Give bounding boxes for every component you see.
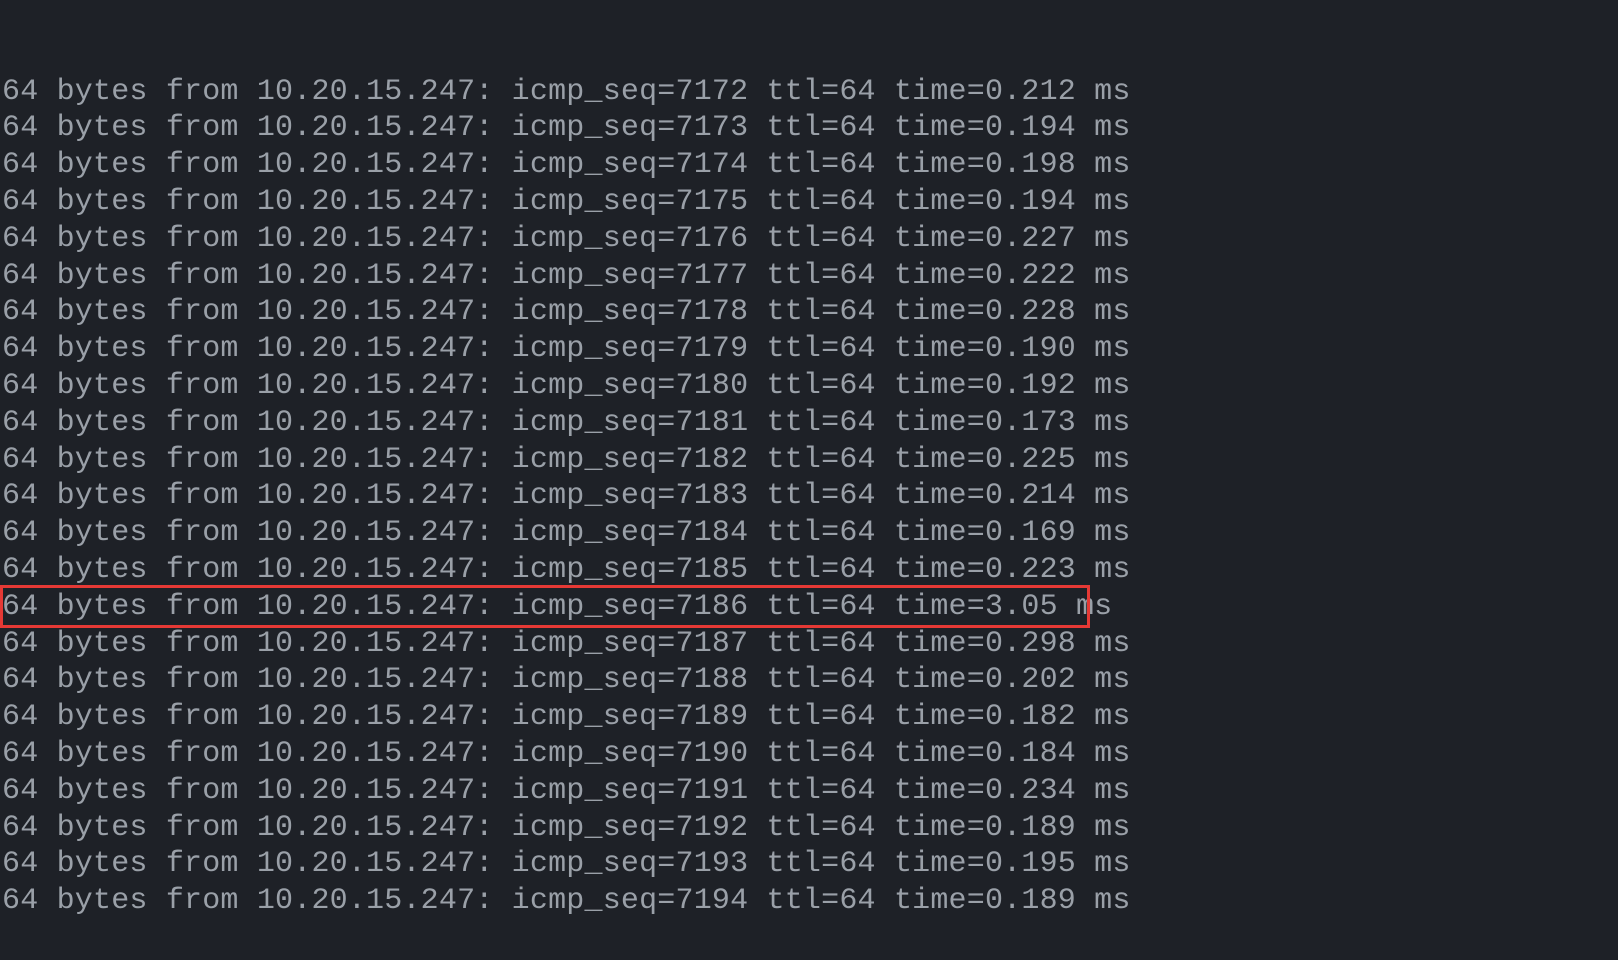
- ping-line-text: 64 bytes from 10.20.15.247: icmp_seq=719…: [2, 773, 1131, 810]
- ping-line-text: 64 bytes from 10.20.15.247: icmp_seq=718…: [2, 662, 1131, 699]
- ping-line: 64 bytes from 10.20.15.247: icmp_seq=717…: [0, 74, 1618, 111]
- ping-line-text: 64 bytes from 10.20.15.247: icmp_seq=719…: [2, 846, 1131, 883]
- ping-line-text: 64 bytes from 10.20.15.247: icmp_seq=719…: [2, 736, 1131, 773]
- ping-line: 64 bytes from 10.20.15.247: icmp_seq=719…: [0, 736, 1618, 773]
- ping-line-text: 64 bytes from 10.20.15.247: icmp_seq=718…: [2, 589, 1112, 626]
- ping-line: 64 bytes from 10.20.15.247: icmp_seq=718…: [0, 662, 1618, 699]
- ping-line-text: 64 bytes from 10.20.15.247: icmp_seq=717…: [2, 331, 1131, 368]
- ping-line-text: 64 bytes from 10.20.15.247: icmp_seq=718…: [2, 442, 1131, 479]
- ping-line-text: 64 bytes from 10.20.15.247: icmp_seq=718…: [2, 405, 1131, 442]
- ping-line-text: 64 bytes from 10.20.15.247: icmp_seq=718…: [2, 368, 1131, 405]
- ping-line-text: 64 bytes from 10.20.15.247: icmp_seq=717…: [2, 221, 1131, 258]
- ping-line-text: 64 bytes from 10.20.15.247: icmp_seq=717…: [2, 294, 1131, 331]
- ping-line-text: 64 bytes from 10.20.15.247: icmp_seq=719…: [2, 810, 1131, 847]
- ping-line-text: 64 bytes from 10.20.15.247: icmp_seq=717…: [2, 258, 1131, 295]
- ping-line: 64 bytes from 10.20.15.247: icmp_seq=717…: [0, 184, 1618, 221]
- ping-line: 64 bytes from 10.20.15.247: icmp_seq=717…: [0, 294, 1618, 331]
- ping-line-text: 64 bytes from 10.20.15.247: icmp_seq=719…: [2, 883, 1131, 920]
- ping-line-text: 64 bytes from 10.20.15.247: icmp_seq=718…: [2, 699, 1131, 736]
- ping-line-text: 64 bytes from 10.20.15.247: icmp_seq=717…: [2, 110, 1131, 147]
- ping-line: 64 bytes from 10.20.15.247: icmp_seq=717…: [0, 147, 1618, 184]
- ping-line: 64 bytes from 10.20.15.247: icmp_seq=718…: [0, 478, 1618, 515]
- ping-line: 64 bytes from 10.20.15.247: icmp_seq=717…: [0, 110, 1618, 147]
- ping-line: 64 bytes from 10.20.15.247: icmp_seq=717…: [0, 258, 1618, 295]
- ping-line: 64 bytes from 10.20.15.247: icmp_seq=719…: [0, 773, 1618, 810]
- ping-line: 64 bytes from 10.20.15.247: icmp_seq=718…: [0, 589, 1618, 626]
- ping-line-text: 64 bytes from 10.20.15.247: icmp_seq=717…: [2, 74, 1131, 111]
- ping-line: 64 bytes from 10.20.15.247: icmp_seq=718…: [0, 699, 1618, 736]
- ping-line-text: 64 bytes from 10.20.15.247: icmp_seq=717…: [2, 147, 1131, 184]
- ping-line: 64 bytes from 10.20.15.247: icmp_seq=719…: [0, 810, 1618, 847]
- ping-line: 64 bytes from 10.20.15.247: icmp_seq=718…: [0, 368, 1618, 405]
- ping-line: 64 bytes from 10.20.15.247: icmp_seq=718…: [0, 442, 1618, 479]
- ping-line-text: 64 bytes from 10.20.15.247: icmp_seq=718…: [2, 515, 1131, 552]
- ping-line: 64 bytes from 10.20.15.247: icmp_seq=718…: [0, 405, 1618, 442]
- ping-line: 64 bytes from 10.20.15.247: icmp_seq=717…: [0, 221, 1618, 258]
- ping-line-text: 64 bytes from 10.20.15.247: icmp_seq=718…: [2, 626, 1131, 663]
- ping-line: 64 bytes from 10.20.15.247: icmp_seq=718…: [0, 515, 1618, 552]
- terminal-output[interactable]: 64 bytes from 10.20.15.247: icmp_seq=717…: [0, 0, 1618, 957]
- ping-line: 64 bytes from 10.20.15.247: icmp_seq=718…: [0, 626, 1618, 663]
- ping-line: 64 bytes from 10.20.15.247: icmp_seq=719…: [0, 846, 1618, 883]
- ping-line-text: 64 bytes from 10.20.15.247: icmp_seq=717…: [2, 184, 1131, 221]
- ping-line: 64 bytes from 10.20.15.247: icmp_seq=717…: [0, 331, 1618, 368]
- ping-line: 64 bytes from 10.20.15.247: icmp_seq=719…: [0, 883, 1618, 920]
- ping-line-text: 64 bytes from 10.20.15.247: icmp_seq=718…: [2, 552, 1131, 589]
- ping-line: 64 bytes from 10.20.15.247: icmp_seq=718…: [0, 552, 1618, 589]
- ping-line-text: 64 bytes from 10.20.15.247: icmp_seq=718…: [2, 478, 1131, 515]
